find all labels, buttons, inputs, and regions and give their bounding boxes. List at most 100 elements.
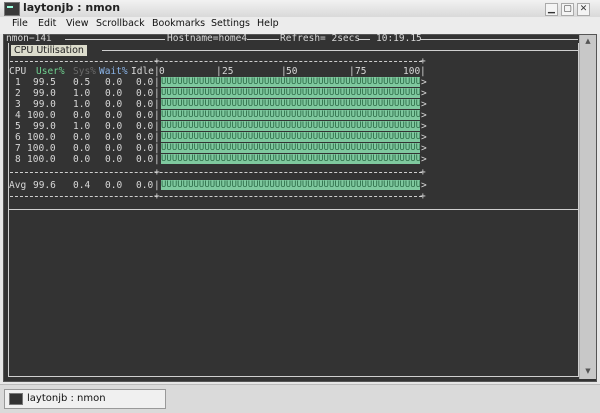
row-cpu: 1 [15, 77, 21, 88]
cpu-usage-bar: UUUUUUUUUUUUUUUUUUUUUUUUUUUUUUUUUUUUUUUU… [161, 77, 420, 87]
row-sys: 0.0 [73, 110, 91, 121]
bar-sep: | [154, 180, 160, 191]
cpu-usage-bar: UUUUUUUUUUUUUUUUUUUUUUUUUUUUUUUUUUUUUUUU… [161, 154, 420, 164]
row-cpu: 4 [15, 110, 21, 121]
cpu-usage-bar: UUUUUUUUUUUUUUUUUUUUUUUUUUUUUUUUUUUUUUUU… [161, 143, 420, 153]
cpu-usage-bar: UUUUUUUUUUUUUUUUUUUUUUUUUUUUUUUUUUUUUUUU… [161, 121, 420, 131]
scale-25: 25 [222, 66, 234, 77]
window-titlebar[interactable]: laytonjb : nmon ▁ ▢ ✕ [0, 0, 600, 18]
row-idle: 0.0 [136, 99, 154, 110]
menu-bookmarks[interactable]: Bookmarks [152, 18, 205, 29]
avg-usage-bar: UUUUUUUUUUUUUUUUUUUUUUUUUUUUUUUUUUUUUUUU… [161, 180, 420, 190]
bar-end: > [421, 154, 427, 165]
row-cpu: 2 [15, 88, 21, 99]
scale-100: 100 [403, 66, 421, 77]
bar-end: > [421, 180, 427, 191]
row-idle: 0.0 [136, 132, 154, 143]
hostname-label: Hostname=home4 [167, 33, 248, 44]
table-top-dashed [10, 61, 422, 62]
row-wait: 0.0 [105, 88, 123, 99]
row-sys: 0.0 [73, 132, 91, 143]
row-wait: 0.0 [105, 99, 123, 110]
bar-sep: | [154, 154, 160, 165]
row-sys: 0.0 [73, 154, 91, 165]
avg-user: 99.6 [33, 180, 56, 191]
row-sys: 1.0 [73, 121, 91, 132]
bar-end: > [421, 121, 427, 132]
row-idle: 0.0 [136, 110, 154, 121]
panel-left-border [8, 43, 9, 377]
cpu-usage-bar: UUUUUUUUUUUUUUUUUUUUUUUUUUUUUUUUUUUUUUUU… [161, 110, 420, 120]
bar-sep: | [154, 121, 160, 132]
terminal-scrollbar[interactable]: ▲ ▼ [579, 35, 596, 379]
header-divider [420, 39, 578, 40]
menu-view[interactable]: View [66, 18, 89, 29]
row-sys: 1.0 [73, 88, 91, 99]
bar-sep: | [154, 110, 160, 121]
cpu-usage-bar: UUUUUUUUUUUUUUUUUUUUUUUUUUUUUUUUUUUUUUUU… [161, 99, 420, 109]
maximize-icon[interactable]: ▢ [561, 3, 574, 16]
row-sys: 0.5 [73, 77, 91, 88]
scale-sep: | [216, 66, 222, 77]
menu-settings[interactable]: Settings [211, 18, 250, 29]
row-user: 100.0 [27, 110, 56, 121]
scale-sep: | [349, 66, 355, 77]
scale-75: 75 [355, 66, 367, 77]
avg-idle: 0.0 [136, 180, 154, 191]
terminal-app-icon [4, 2, 20, 16]
scroll-down-icon[interactable]: ▼ [582, 367, 594, 377]
col-wait: Wait% [99, 66, 128, 77]
row-user: 99.0 [33, 99, 56, 110]
header-divider [358, 39, 370, 40]
taskbar-window-button[interactable]: laytonjb : nmon [4, 389, 166, 409]
row-sys: 1.0 [73, 99, 91, 110]
refresh-label: Refresh= 2secs [280, 33, 361, 44]
bar-end: > [421, 99, 427, 110]
cpu-usage-bar: UUUUUUUUUUUUUUUUUUUUUUUUUUUUUUUUUUUUUUUU… [161, 132, 420, 142]
col-idle: Idle [131, 66, 154, 77]
row-wait: 0.0 [105, 154, 123, 165]
row-idle: 0.0 [136, 143, 154, 154]
row-user: 100.0 [27, 132, 56, 143]
avg-sys: 0.4 [73, 180, 91, 191]
table-mid-dashed [10, 172, 422, 173]
bar-sep: | [154, 88, 160, 99]
table-bottom-dashed [10, 196, 422, 197]
row-user: 99.0 [33, 88, 56, 99]
row-idle: 0.0 [136, 121, 154, 132]
bar-sep: | [154, 99, 160, 110]
col-sys: Sys% [73, 66, 96, 77]
row-user: 99.0 [33, 121, 56, 132]
avg-label: Avg [9, 180, 27, 191]
col-user: User% [36, 66, 65, 77]
row-wait: 0.0 [105, 121, 123, 132]
panel-bottom-border [8, 376, 579, 377]
row-wait: 0.0 [105, 77, 123, 88]
col-cpu: CPU [9, 66, 27, 77]
minimize-icon[interactable]: ▁ [545, 3, 558, 16]
row-user: 100.0 [27, 143, 56, 154]
row-cpu: 7 [15, 143, 21, 154]
close-icon[interactable]: ✕ [577, 3, 590, 16]
scroll-up-icon[interactable]: ▲ [582, 37, 594, 47]
table-corner: + [420, 167, 426, 178]
bar-sep: | [154, 132, 160, 143]
scale-sep: | [420, 66, 426, 77]
panel-top-rule [102, 50, 578, 51]
menu-edit[interactable]: Edit [38, 18, 56, 29]
header-divider [65, 39, 165, 40]
row-cpu: 3 [15, 99, 21, 110]
cpu-usage-bar: UUUUUUUUUUUUUUUUUUUUUUUUUUUUUUUUUUUUUUUU… [161, 88, 420, 98]
menu-file[interactable]: File [12, 18, 28, 29]
scale-50: 50 [286, 66, 298, 77]
panel-bottom-rule [9, 209, 579, 210]
row-wait: 0.0 [105, 143, 123, 154]
menu-scrollback[interactable]: Scrollback [96, 18, 145, 29]
header-divider [247, 39, 279, 40]
row-cpu: 6 [15, 132, 21, 143]
terminal-icon [9, 393, 23, 405]
bar-end: > [421, 110, 427, 121]
terminal-screen[interactable]: nmon−14i Hostname=home4 Refresh= 2secs 1… [3, 33, 597, 382]
menu-help[interactable]: Help [257, 18, 279, 29]
row-cpu: 8 [15, 154, 21, 165]
